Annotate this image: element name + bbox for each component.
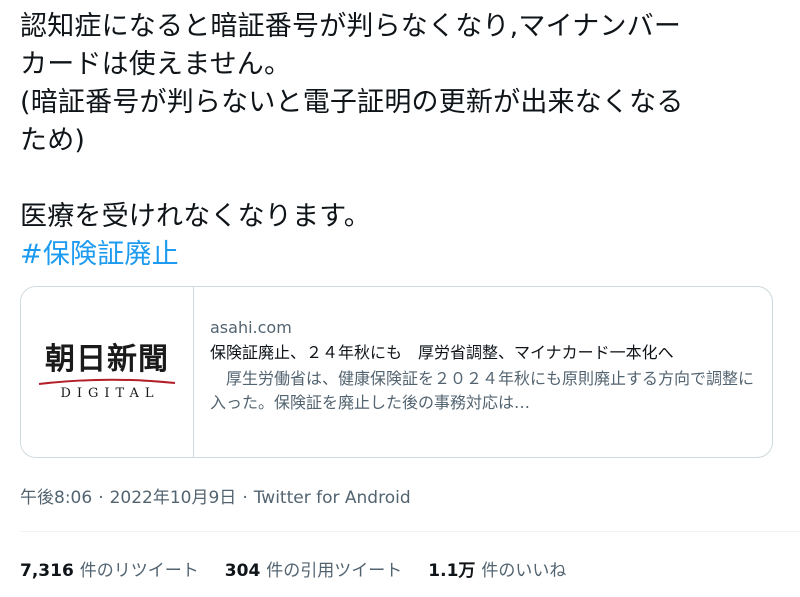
- tweet-line: (暗証番号が判らないと電子証明の更新が出来なくなる: [20, 87, 684, 118]
- retweets-count: 7,316: [20, 561, 74, 581]
- tweet-line: カードは使えません。: [20, 49, 292, 80]
- tweet-source[interactable]: Twitter for Android: [254, 488, 411, 508]
- tweet-line: 医療を受けれなくなります。: [20, 201, 371, 232]
- tweet-time[interactable]: 午後8:06: [20, 488, 92, 508]
- tweet-line: 認知症になると暗証番号が判らなくなり,マイナンバー: [20, 11, 682, 42]
- retweets-stat[interactable]: 7,316 件のリツイート: [20, 556, 199, 581]
- hashtag-link[interactable]: #保険証廃止: [20, 239, 179, 270]
- card-thumbnail: 朝日新聞 DIGITAL: [21, 287, 194, 457]
- tweet-meta: 午後8:06 · 2022年10月9日 · Twitter for Android: [20, 483, 411, 508]
- likes-stat[interactable]: 1.1万 件のいいね: [428, 556, 566, 581]
- card-title: 保険証廃止、２４年秋にも 厚労省調整、マイナカード一本化へ: [210, 343, 674, 362]
- card-description: 厚生労働省は、健康保険証を２０２４年秋にも原則廃止する方向で調整に入った。保険証…: [210, 369, 755, 412]
- quotes-stat[interactable]: 304 件の引用ツイート: [225, 556, 403, 581]
- card-body: asahi.com 保険証廃止、２４年秋にも 厚労省調整、マイナカード一本化へ …: [194, 287, 772, 457]
- meta-separator: ·: [242, 488, 248, 508]
- card-domain: asahi.com: [210, 318, 292, 337]
- asahi-logo-text: 朝日新聞: [45, 341, 169, 377]
- tweet-date[interactable]: 2022年10月9日: [110, 488, 237, 508]
- divider: [20, 531, 800, 532]
- tweet-line: ため): [20, 125, 86, 156]
- tweet-text: 認知症になると暗証番号が判らなくなり,マイナンバー カードは使えません。 (暗証…: [20, 8, 780, 274]
- tweet-stats: 7,316 件のリツイート 304 件の引用ツイート 1.1万 件のいいね: [20, 556, 566, 581]
- meta-separator: ·: [98, 488, 104, 508]
- likes-count: 1.1万: [428, 561, 476, 581]
- retweets-label: 件のリツイート: [79, 561, 199, 581]
- quotes-count: 304: [224, 561, 261, 581]
- likes-label: 件のいいね: [481, 561, 567, 581]
- logo-swoosh-icon: [38, 378, 176, 385]
- quotes-label: 件の引用ツイート: [266, 561, 403, 581]
- asahi-logo-subtext: DIGITAL: [60, 385, 160, 401]
- link-preview-card[interactable]: 朝日新聞 DIGITAL asahi.com 保険証廃止、２４年秋にも 厚労省調…: [20, 286, 773, 458]
